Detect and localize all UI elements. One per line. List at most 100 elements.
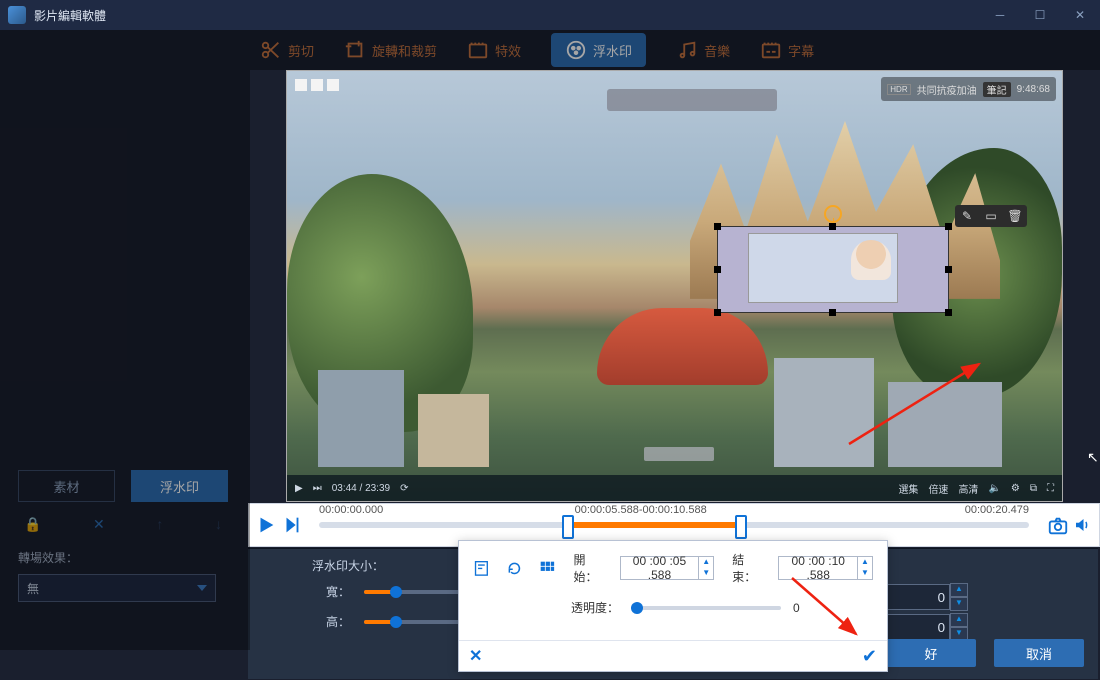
tab-label: 特效 [495,41,521,60]
watermark-image[interactable] [748,233,898,303]
scissors-icon [260,39,282,61]
delete-icon[interactable]: ✕ [93,516,105,533]
tab-effects[interactable]: 特效 [467,39,521,61]
mouse-cursor-icon: ↖ [1087,449,1099,466]
tab-material[interactable]: 素材 [18,470,115,502]
video-top-right: HDR 共同抗疫加油 筆記 9:48:68 [881,77,1056,101]
video-preview[interactable]: HDR 共同抗疫加油 筆記 9:48:68 ✎ ▭ 🗑 ↖ ▶ ⏭ 03:44 … [286,70,1063,502]
wm-delete-button[interactable]: 🗑 [1003,205,1027,227]
wm-image-button[interactable]: ▭ [979,205,1003,227]
timeline-end-label: 00:00:20.479 [965,504,1029,516]
move-up-icon[interactable]: ↑ [156,516,163,533]
end-time-value: 00 :00 :10 .588 [779,554,856,582]
video-setting-icon[interactable]: 選集 [898,481,918,496]
subtitle-icon [760,39,782,61]
titlebar: 影片編輯軟體 ─ ☐ ✕ [0,0,1100,30]
video-controls-bar: ▶ ⏭ 03:44 / 23:39 ⟳ 選集 倍速 高清 🔈 ⚙ ⧉ ⛶ [287,475,1062,501]
video-volume-icon[interactable]: 🔈 [988,483,1000,494]
video-time: 03:44 / 23:39 [332,483,390,494]
effects-icon [467,39,489,61]
snapshot-button[interactable] [1047,515,1069,535]
volume-button[interactable] [1073,516,1091,534]
opacity-label: 透明度： [571,599,619,616]
close-button[interactable]: ✕ [1060,0,1100,30]
timeline-start-label: 00:00:00.000 [319,504,383,516]
resize-handle-s[interactable] [829,309,836,316]
end-time-field[interactable]: 00 :00 :10 .588 ▲▼ [778,556,872,580]
video-fullscreen-icon[interactable]: ⛶ [1047,483,1054,494]
lock-icon[interactable]: 🔒 [24,516,41,533]
tab-subtitle[interactable]: 字幕 [760,39,814,61]
video-pip-icon[interactable]: ⧉ [1030,483,1037,494]
music-icon [676,39,698,61]
video-status-text: 共同抗疫加油 [917,82,977,97]
dlg-cancel-icon[interactable]: ✕ [469,646,482,666]
timeline-handle-end[interactable] [735,515,747,539]
height-label: 高： [326,613,350,630]
start-time-field[interactable]: 00 :00 :05 .588 ▲▼ [620,556,714,580]
watermark-icon [565,39,587,61]
timeline-selection [570,522,743,528]
resize-handle-ne[interactable] [945,223,952,230]
video-duration-badge: 9:48:68 [1017,84,1050,95]
tab-music[interactable]: 音樂 [676,39,730,61]
wm-edit-button[interactable]: ✎ [955,205,979,227]
opacity-knob[interactable] [631,602,643,614]
start-time-value: 00 :00 :05 .588 [621,554,698,582]
dlg-grid-icon[interactable] [539,558,556,578]
watermark-time-dialog: 開始： 00 :00 :05 .588 ▲▼ 結束： 00 :00 :10 .5… [458,540,888,672]
transition-select[interactable]: 無 [18,574,216,602]
tab-cut[interactable]: 剪切 [260,39,314,61]
end-spin-down[interactable]: ▼ [857,568,872,579]
resize-handle-nw[interactable] [714,223,721,230]
video-loop-icon[interactable]: ⟳ [400,483,408,494]
video-gear-icon[interactable]: ⚙ [1011,483,1020,494]
app-title: 影片編輯軟體 [34,7,106,24]
resize-handle-se[interactable] [945,309,952,316]
video-play-icon[interactable]: ▶ [295,483,303,494]
tab-rotate-crop[interactable]: 旋轉和裁剪 [344,39,437,61]
crop-icon [344,39,366,61]
resize-handle-n[interactable] [829,223,836,230]
tab-watermark[interactable]: 浮水印 [551,33,646,67]
chevron-down-icon [197,585,207,591]
dlg-text-icon[interactable] [473,558,490,578]
watermark-selection-box[interactable] [717,226,949,313]
ok-button[interactable]: 好 [886,639,976,667]
maximize-button[interactable]: ☐ [1020,0,1060,30]
hdr-badge: HDR [887,84,910,95]
opacity-slider[interactable] [631,606,781,610]
timeline-handle-start[interactable] [562,515,574,539]
end-label: 結束： [732,551,762,585]
tab-watermark-left[interactable]: 浮水印 [131,470,228,502]
width-label: 寬： [326,583,350,600]
timeline-track[interactable]: 00:00:00.000 00:00:05.588-00:00:10.588 0… [319,522,1029,528]
tab-label: 剪切 [288,41,314,60]
tab-label: 浮水印 [593,41,632,60]
rotate-handle[interactable] [824,205,842,223]
width-spin-down[interactable]: ▼ [950,597,968,611]
resize-handle-e[interactable] [945,266,952,273]
width-spin-up[interactable]: ▲ [950,583,968,597]
left-panel: 素材 浮水印 🔒 ✕ ↑ ↓ 轉場效果： 無 [18,470,228,602]
video-next-icon[interactable]: ⏭ [313,483,322,494]
video-lower-label [644,447,714,461]
resize-handle-sw[interactable] [714,309,721,316]
start-spin-down[interactable]: ▼ [698,568,713,579]
video-quality-icon[interactable]: 高清 [958,481,978,496]
video-top-left-badges [295,79,339,91]
cancel-button[interactable]: 取消 [994,639,1084,667]
start-spin-up[interactable]: ▲ [698,557,713,568]
video-speed-icon[interactable]: 倍速 [928,481,948,496]
move-down-icon[interactable]: ↓ [215,516,222,533]
height-spin-up[interactable]: ▲ [950,613,968,627]
end-spin-up[interactable]: ▲ [857,557,872,568]
start-label: 開始： [573,551,603,585]
transition-value: 無 [27,580,39,597]
dlg-confirm-icon[interactable]: ✔ [862,646,877,667]
timeline-play-button[interactable] [255,514,277,536]
timeline-play-range-button[interactable] [281,514,303,536]
minimize-button[interactable]: ─ [980,0,1020,30]
resize-handle-w[interactable] [714,266,721,273]
dlg-reset-icon[interactable] [506,558,523,578]
